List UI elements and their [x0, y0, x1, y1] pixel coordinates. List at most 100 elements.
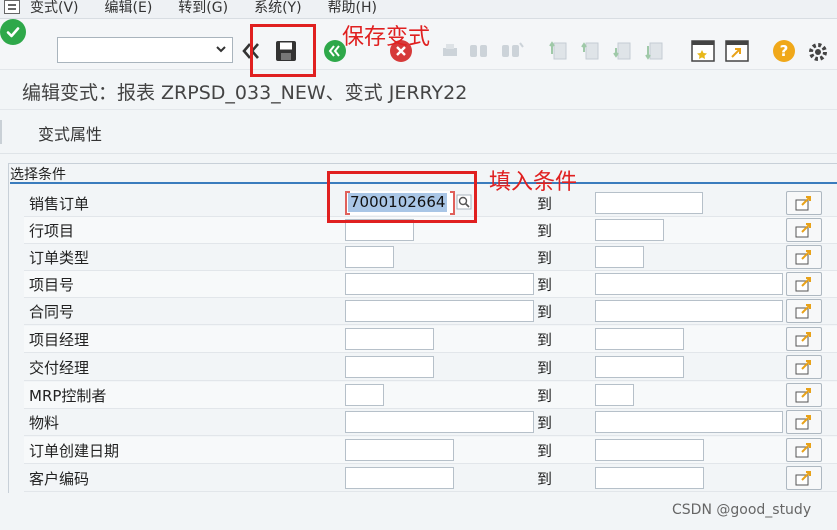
- material-high-input[interactable]: [595, 411, 783, 433]
- exit-icon: [328, 45, 340, 57]
- next-page-icon[interactable]: [612, 40, 634, 62]
- settings-icon[interactable]: [806, 40, 830, 64]
- multiple-selection-button[interactable]: [786, 466, 822, 490]
- application-toolbar: 变式属性: [0, 110, 837, 154]
- field-label: 合同号: [29, 303, 75, 321]
- selection-row-material: 物料 到: [24, 409, 837, 436]
- save-highlight-box: [250, 24, 316, 77]
- selection-row-order-create-date: 订单创建日期 到: [24, 437, 837, 464]
- to-label: 到: [537, 222, 553, 240]
- field-label: 订单类型: [29, 249, 90, 267]
- chevron-down-icon[interactable]: [214, 42, 228, 56]
- project-no-high-input[interactable]: [595, 273, 783, 295]
- previous-page-icon[interactable]: [580, 40, 602, 62]
- save-variant-annotation: 保存变式: [342, 25, 431, 50]
- selection-row-delivery-manager: 交付经理 到: [24, 354, 837, 381]
- multiple-selection-icon: [795, 471, 811, 486]
- multiple-selection-button[interactable]: [786, 245, 822, 269]
- multiple-selection-button[interactable]: [786, 438, 822, 462]
- multiple-selection-button[interactable]: [786, 191, 822, 215]
- help-button[interactable]: ?: [773, 40, 795, 62]
- toolbar-edge: [0, 120, 2, 144]
- multiple-selection-button[interactable]: [786, 272, 822, 296]
- multiple-selection-icon: [795, 443, 811, 458]
- project-no-low-input[interactable]: [345, 273, 534, 295]
- to-label: 到: [537, 303, 553, 321]
- selection-row-project-no: 项目号 到: [24, 271, 837, 298]
- selection-row-contract-no: 合同号 到: [24, 298, 837, 325]
- multiple-selection-icon: [795, 250, 811, 265]
- watermark: CSDN @good_study: [672, 502, 812, 518]
- to-label: 到: [537, 414, 553, 432]
- field-label: 销售订单: [29, 195, 90, 213]
- to-label: 到: [537, 442, 553, 460]
- find-icon[interactable]: [468, 41, 490, 61]
- menu-bar: 变式(V) 编辑(E) 转到(G) 系统(Y) 帮助(H): [0, 0, 837, 19]
- multiple-selection-icon: [795, 277, 811, 292]
- item-high-input[interactable]: [595, 219, 664, 241]
- title-bar: 编辑变式：报表 ZRPSD_033_NEW、变式 JERRY22: [0, 70, 837, 110]
- contract-no-low-input[interactable]: [345, 300, 534, 322]
- menu-system[interactable]: 系统(Y): [254, 0, 301, 17]
- selection-group-title: 选择条件: [10, 167, 66, 183]
- print-icon[interactable]: [440, 41, 460, 61]
- mrp-controller-high-input[interactable]: [595, 384, 634, 406]
- sales-order-high-input[interactable]: [595, 192, 703, 214]
- customer-code-high-input[interactable]: [595, 467, 704, 489]
- menu-help[interactable]: 帮助(H): [328, 0, 377, 17]
- edit-document-icon[interactable]: [4, 0, 20, 14]
- multiple-selection-icon: [795, 304, 811, 319]
- to-label: 到: [537, 276, 553, 294]
- multiple-selection-button[interactable]: [786, 218, 822, 242]
- multiple-selection-icon: [795, 223, 811, 238]
- to-label: 到: [537, 359, 553, 377]
- fill-condition-highlight-box: [327, 171, 477, 223]
- to-label: 到: [537, 249, 553, 267]
- multiple-selection-button[interactable]: [786, 327, 822, 351]
- find-next-icon[interactable]: [500, 41, 524, 61]
- command-field[interactable]: [57, 37, 233, 63]
- new-session-icon[interactable]: [690, 39, 716, 63]
- field-label: 物料: [29, 414, 60, 432]
- mrp-controller-low-input[interactable]: [345, 384, 384, 406]
- multiple-selection-button[interactable]: [786, 410, 822, 434]
- last-page-icon[interactable]: [644, 40, 666, 62]
- field-label: 订单创建日期: [29, 442, 120, 460]
- enter-button[interactable]: [0, 19, 26, 45]
- multiple-selection-button[interactable]: [786, 383, 822, 407]
- order-create-date-low-input[interactable]: [345, 439, 454, 461]
- shortcut-icon[interactable]: [724, 39, 750, 63]
- first-page-icon[interactable]: [548, 40, 570, 62]
- variant-attributes-button[interactable]: 变式属性: [38, 121, 102, 145]
- menu-goto[interactable]: 转到(G): [178, 0, 228, 17]
- selection-row-order-type: 订单类型 到: [24, 244, 837, 271]
- to-label: 到: [537, 387, 553, 405]
- order-type-low-input[interactable]: [345, 246, 394, 268]
- material-low-input[interactable]: [345, 411, 534, 433]
- multiple-selection-icon: [795, 360, 811, 375]
- multiple-selection-button[interactable]: [786, 355, 822, 379]
- delivery-manager-high-input[interactable]: [595, 356, 684, 378]
- field-label: 项目经理: [29, 331, 90, 349]
- command-input[interactable]: [58, 38, 208, 62]
- multiple-selection-icon: [795, 196, 811, 211]
- checkmark-icon: [6, 27, 20, 38]
- multiple-selection-button[interactable]: [786, 299, 822, 323]
- customer-code-low-input[interactable]: [345, 467, 454, 489]
- help-icon: ?: [779, 42, 789, 60]
- order-type-high-input[interactable]: [595, 246, 644, 268]
- selection-row-mrp-controller: MRP控制者 到: [24, 382, 837, 409]
- menu-variant[interactable]: 变式(V): [30, 0, 79, 17]
- multiple-selection-icon: [795, 332, 811, 347]
- to-label: 到: [537, 470, 553, 488]
- project-manager-high-input[interactable]: [595, 328, 684, 350]
- selection-row-project-manager: 项目经理 到: [24, 326, 837, 353]
- field-label: 项目号: [29, 276, 75, 294]
- contract-no-high-input[interactable]: [595, 300, 783, 322]
- order-create-date-high-input[interactable]: [595, 439, 704, 461]
- delivery-manager-low-input[interactable]: [345, 356, 434, 378]
- multiple-selection-icon: [795, 415, 811, 430]
- menu-edit[interactable]: 编辑(E): [105, 0, 153, 17]
- project-manager-low-input[interactable]: [345, 328, 434, 350]
- field-label: 交付经理: [29, 359, 90, 377]
